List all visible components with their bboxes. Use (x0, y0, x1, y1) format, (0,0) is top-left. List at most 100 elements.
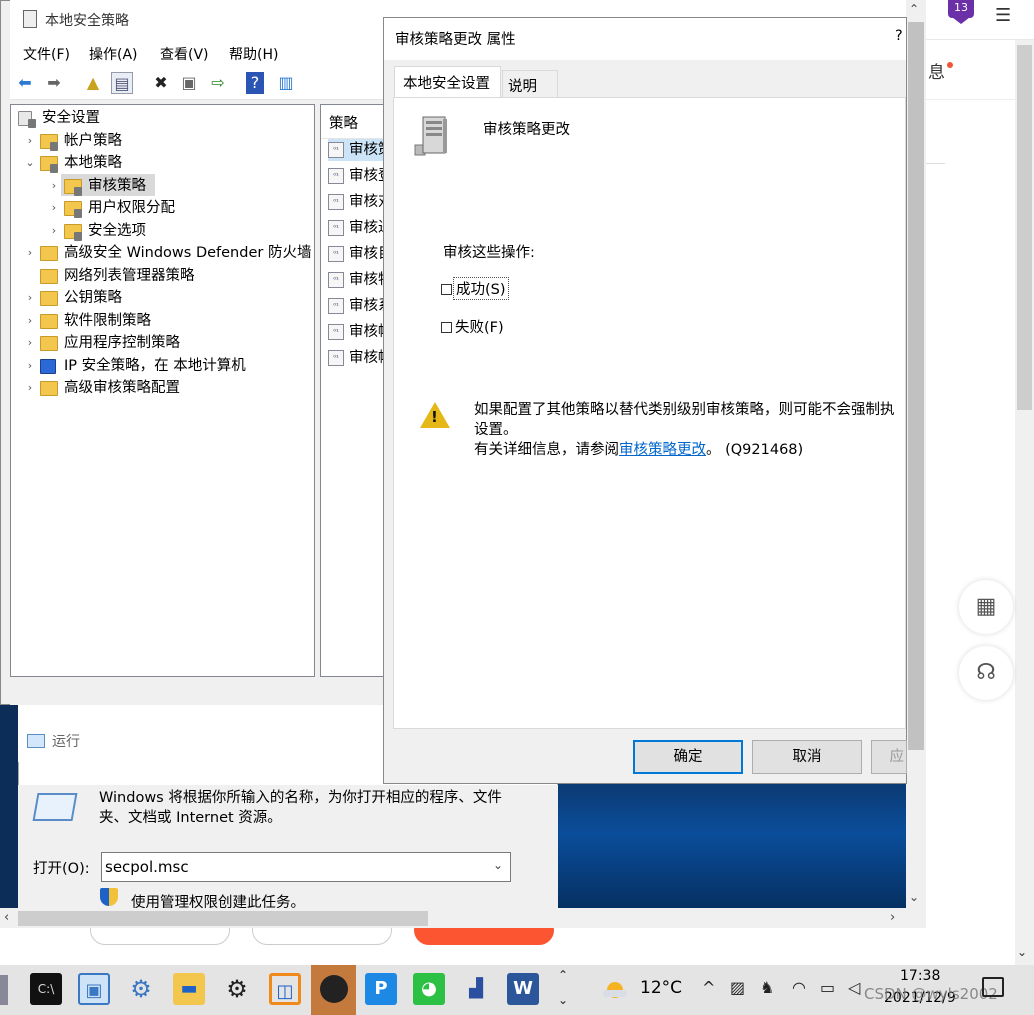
tree-expand-arrow-icon[interactable]: › (48, 197, 60, 219)
tab-local-security-setting-label[interactable]: 本地安全设置 (403, 72, 490, 93)
taskbar-edge-icon[interactable] (0, 975, 8, 1005)
tray-app-icon[interactable]: ▨ (730, 978, 745, 997)
policy-list-item[interactable]: ⁰¹ 审核对 (328, 191, 384, 213)
tray-down-arrow-icon[interactable]: ⌄ (558, 993, 568, 1007)
network-app-icon[interactable]: ▟ (460, 973, 492, 1005)
battery-icon[interactable]: ▭ (820, 978, 835, 997)
show-hide-tree-icon[interactable]: ▤ (111, 72, 133, 94)
policy-list[interactable] (320, 104, 385, 677)
hamburger-menu-icon[interactable]: ☰ (995, 6, 1015, 26)
tab-explain-label[interactable]: 说明 (508, 75, 537, 96)
clock-time[interactable]: 17:38 (900, 968, 940, 984)
show-action-pane-icon[interactable]: ▥ (275, 72, 297, 94)
help-button[interactable]: ? (895, 28, 903, 44)
tree-item-label: IP 安全策略，在 本地计算机 (64, 357, 246, 374)
tree-expand-arrow-icon[interactable]: › (24, 287, 36, 309)
tree-expand-arrow-icon[interactable]: › (48, 220, 60, 242)
horizontal-scrollbar-thumb[interactable] (18, 911, 428, 926)
audit-policy-icon: ⁰¹ (328, 324, 344, 340)
word-icon[interactable]: W (507, 973, 539, 1005)
tree-expand-arrow-icon[interactable]: › (24, 310, 36, 332)
policy-list-item[interactable]: ⁰¹ 审核特 (328, 269, 384, 291)
notification-dot (947, 62, 953, 68)
policy-list-item-label: 审核策 (349, 142, 384, 158)
forward-arrow-icon[interactable]: ➡ (43, 72, 65, 94)
properties-icon[interactable]: ▣ (178, 72, 200, 94)
menu-action[interactable]: 操作(A) (89, 44, 138, 64)
file-explorer-icon[interactable]: ▬ (173, 973, 205, 1005)
cmd-icon[interactable]: C:\ (30, 973, 62, 1005)
wifi-icon[interactable]: ◠ (792, 978, 806, 997)
message-label[interactable]: 息 (928, 58, 945, 83)
up-folder-icon[interactable]: ▲ (82, 72, 104, 94)
policy-list-item-label: 审核对 (349, 194, 384, 210)
tree-expand-arrow-icon[interactable]: › (24, 377, 36, 399)
settings-icon[interactable]: ⚙ (221, 973, 253, 1005)
menu-view[interactable]: 查看(V) (160, 44, 209, 64)
tree-expand-arrow-icon[interactable]: › (24, 355, 36, 377)
weather-icon[interactable] (601, 977, 629, 999)
tree-item-label: 高级审核策略配置 (64, 380, 180, 396)
audit-policy-icon: ⁰¹ (328, 350, 344, 366)
avatar-app-icon[interactable] (311, 965, 356, 1015)
failure-checkbox[interactable] (441, 322, 452, 333)
page-scrollbar-thumb[interactable] (1017, 45, 1032, 410)
help-icon[interactable]: ? (246, 72, 264, 94)
tree-collapse-arrow-icon[interactable]: ⌄ (24, 152, 36, 174)
ok-button[interactable]: 确定 (633, 740, 743, 774)
scroll-left-arrow-icon[interactable]: ‹ (4, 910, 9, 925)
apply-button[interactable]: 应 (871, 740, 907, 774)
policy-list-item[interactable]: ⁰¹ 审核帐 (328, 321, 384, 343)
menu-file[interactable]: 文件(F) (23, 44, 70, 64)
show-hidden-icons-icon[interactable]: ^ (702, 978, 715, 997)
lock-icon (28, 119, 36, 128)
headset-icon[interactable]: ☊ (959, 646, 1013, 700)
tree-expand-arrow-icon[interactable]: › (48, 175, 60, 197)
app-orange-icon[interactable]: ◫ (269, 973, 301, 1005)
policy-list-item[interactable]: ⁰¹ 审核登 (328, 165, 384, 187)
lock-icon (50, 164, 58, 173)
chevron-down-icon[interactable]: ⌄ (493, 858, 503, 872)
wechat-icon[interactable]: ◕ (413, 973, 445, 1005)
audit-policy-icon: ⁰¹ (328, 194, 344, 210)
audit-policy-change-link[interactable]: 审核策略更改 (619, 442, 706, 458)
run-command-input[interactable]: secpol.msc (101, 852, 511, 882)
volume-icon[interactable]: ◁ (848, 978, 860, 997)
scroll-down-arrow-icon[interactable]: ⌄ (909, 890, 919, 904)
policy-list-item[interactable]: ⁰¹ 审核策 (328, 139, 384, 161)
list-column-policy[interactable]: 策略 (329, 112, 358, 133)
tray-up-arrow-icon[interactable]: ⌃ (558, 968, 568, 982)
scroll-down-arrow-icon[interactable]: ⌄ (1017, 945, 1027, 959)
success-checkbox[interactable] (441, 284, 452, 295)
policy-list-item[interactable]: ⁰¹ 审核帐 (328, 347, 384, 369)
tree-expand-arrow-icon[interactable]: › (24, 242, 36, 264)
control-panel-icon[interactable]: ▣ (78, 973, 110, 1005)
scroll-right-arrow-icon[interactable]: › (890, 910, 895, 925)
audit-policy-icon: ⁰¹ (328, 246, 344, 262)
success-checkbox-label[interactable]: 成功(S) (453, 277, 509, 300)
qr-code-icon[interactable]: ▦ (959, 580, 1013, 634)
tree-expand-arrow-icon[interactable]: › (24, 332, 36, 354)
warning-text: 如果配置了其他策略以替代类别级别审核策略，则可能不会强制执 设置。 (474, 400, 906, 440)
p-app-icon[interactable]: P (365, 973, 397, 1005)
ip-security-icon (40, 358, 56, 374)
failure-checkbox-label[interactable]: 失败(F) (455, 316, 504, 337)
policy-list-item[interactable]: ⁰¹ 审核系 (328, 295, 384, 317)
policy-list-item-label: 审核特 (349, 272, 384, 288)
tree-expand-arrow-icon[interactable]: › (24, 130, 36, 152)
temperature[interactable]: 12°C (640, 978, 682, 998)
menu-help[interactable]: 帮助(H) (229, 44, 278, 64)
run-program-icon (32, 793, 78, 821)
policy-list-item[interactable]: ⁰¹ 审核进 (328, 217, 384, 239)
settings-gear-icon[interactable]: ⚙ (125, 973, 157, 1005)
notification-center-icon[interactable] (982, 977, 1004, 997)
status-bar (10, 680, 385, 705)
back-arrow-icon[interactable]: ⬅ (14, 72, 36, 94)
cancel-button[interactable]: 取消 (752, 740, 862, 774)
export-list-icon[interactable]: ⇨ (207, 72, 229, 94)
vertical-scrollbar-thumb[interactable] (908, 22, 924, 750)
delete-icon[interactable]: ✖ (150, 72, 172, 94)
policy-list-item[interactable]: ⁰¹ 审核目 (328, 243, 384, 265)
scroll-up-arrow-icon[interactable]: ⌃ (909, 2, 919, 16)
qq-icon[interactable]: ♞ (760, 978, 774, 997)
